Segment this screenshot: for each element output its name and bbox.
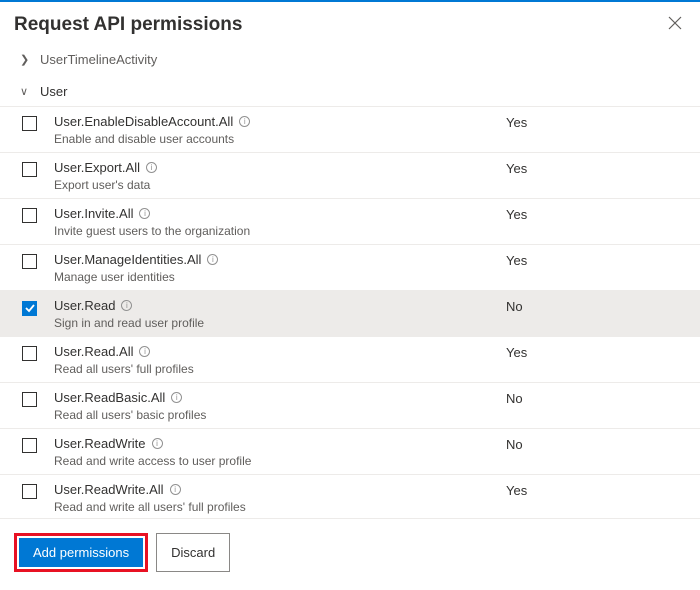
permission-description: Manage user identities (54, 270, 496, 284)
permission-checkbox[interactable] (22, 301, 37, 316)
admin-consent-required: Yes (506, 251, 686, 268)
section-label: UserTimelineActivity (40, 52, 157, 67)
permission-description: Read all users' full profiles (54, 362, 496, 376)
permission-description: Invite guest users to the organization (54, 224, 496, 238)
permission-description: Export user's data (54, 178, 496, 192)
info-icon[interactable]: i (152, 438, 163, 449)
admin-consent-required: Yes (506, 159, 686, 176)
page-title: Request API permissions (14, 14, 664, 36)
permission-checkbox[interactable] (22, 254, 37, 269)
permission-name: User.Export.All (54, 160, 140, 175)
permission-description: Read and write access to user profile (54, 454, 496, 468)
permission-name: User.ManageIdentities.All (54, 252, 201, 267)
chevron-down-icon: ∨ (20, 85, 30, 98)
permission-name: User.ReadWrite (54, 436, 146, 451)
permission-checkbox[interactable] (22, 346, 37, 361)
permission-description: Read all users' basic profiles (54, 408, 496, 422)
permission-name: User.Read (54, 298, 115, 313)
permission-checkbox[interactable] (22, 162, 37, 177)
info-icon[interactable]: i (239, 116, 250, 127)
close-icon[interactable] (664, 12, 686, 38)
info-icon[interactable]: i (146, 162, 157, 173)
permission-row[interactable]: User.ReadWrite i Read and write access to … (0, 429, 700, 475)
section-usertimelineactivity[interactable]: ❯ UserTimelineActivity (0, 46, 700, 73)
admin-consent-required: No (506, 389, 686, 406)
permission-row[interactable]: User.Read i Sign in and read user profile N… (0, 291, 700, 337)
info-icon[interactable]: i (139, 208, 150, 219)
admin-consent-required: Yes (506, 205, 686, 222)
permission-row[interactable]: User.ReadWrite.All i Read and write all us… (0, 475, 700, 521)
permission-checkbox[interactable] (22, 392, 37, 407)
permission-name: User.EnableDisableAccount.All (54, 114, 233, 129)
info-icon[interactable]: i (139, 346, 150, 357)
permission-row[interactable]: User.ReadBasic.All i Read all users' basic… (0, 383, 700, 429)
admin-consent-required: No (506, 297, 686, 314)
info-icon[interactable]: i (170, 484, 181, 495)
permission-checkbox[interactable] (22, 116, 37, 131)
add-permissions-button[interactable]: Add permissions (19, 538, 143, 567)
permission-name: User.Read.All (54, 344, 133, 359)
section-label: User (40, 84, 67, 99)
info-icon[interactable]: i (171, 392, 182, 403)
permission-checkbox[interactable] (22, 438, 37, 453)
chevron-right-icon: ❯ (20, 53, 30, 66)
admin-consent-required: Yes (506, 343, 686, 360)
permission-description: Sign in and read user profile (54, 316, 496, 330)
footer: Add permissions Discard (0, 518, 700, 590)
admin-consent-required: Yes (506, 113, 686, 130)
permission-row[interactable]: User.EnableDisableAccount.All i Enable and… (0, 107, 700, 153)
info-icon[interactable]: i (207, 254, 218, 265)
permission-checkbox[interactable] (22, 208, 37, 223)
discard-button[interactable]: Discard (156, 533, 230, 572)
permission-name: User.ReadBasic.All (54, 390, 165, 405)
section-user[interactable]: ∨ User (0, 77, 700, 107)
admin-consent-required: No (506, 435, 686, 452)
permission-name: User.Invite.All (54, 206, 133, 221)
permission-description: Read and write all users' full profiles (54, 500, 496, 514)
highlight-annotation: Add permissions (14, 533, 148, 572)
info-icon[interactable]: i (121, 300, 132, 311)
admin-consent-required: Yes (506, 481, 686, 498)
permission-checkbox[interactable] (22, 484, 37, 499)
permission-row[interactable]: User.Export.All i Export user's data Yes (0, 153, 700, 199)
permission-description: Enable and disable user accounts (54, 132, 496, 146)
permission-name: User.ReadWrite.All (54, 482, 164, 497)
permission-row[interactable]: User.Read.All i Read all users' full profi… (0, 337, 700, 383)
permission-row[interactable]: User.Invite.All i Invite guest users to th… (0, 199, 700, 245)
permission-row[interactable]: User.ManageIdentities.All i Manage user id… (0, 245, 700, 291)
